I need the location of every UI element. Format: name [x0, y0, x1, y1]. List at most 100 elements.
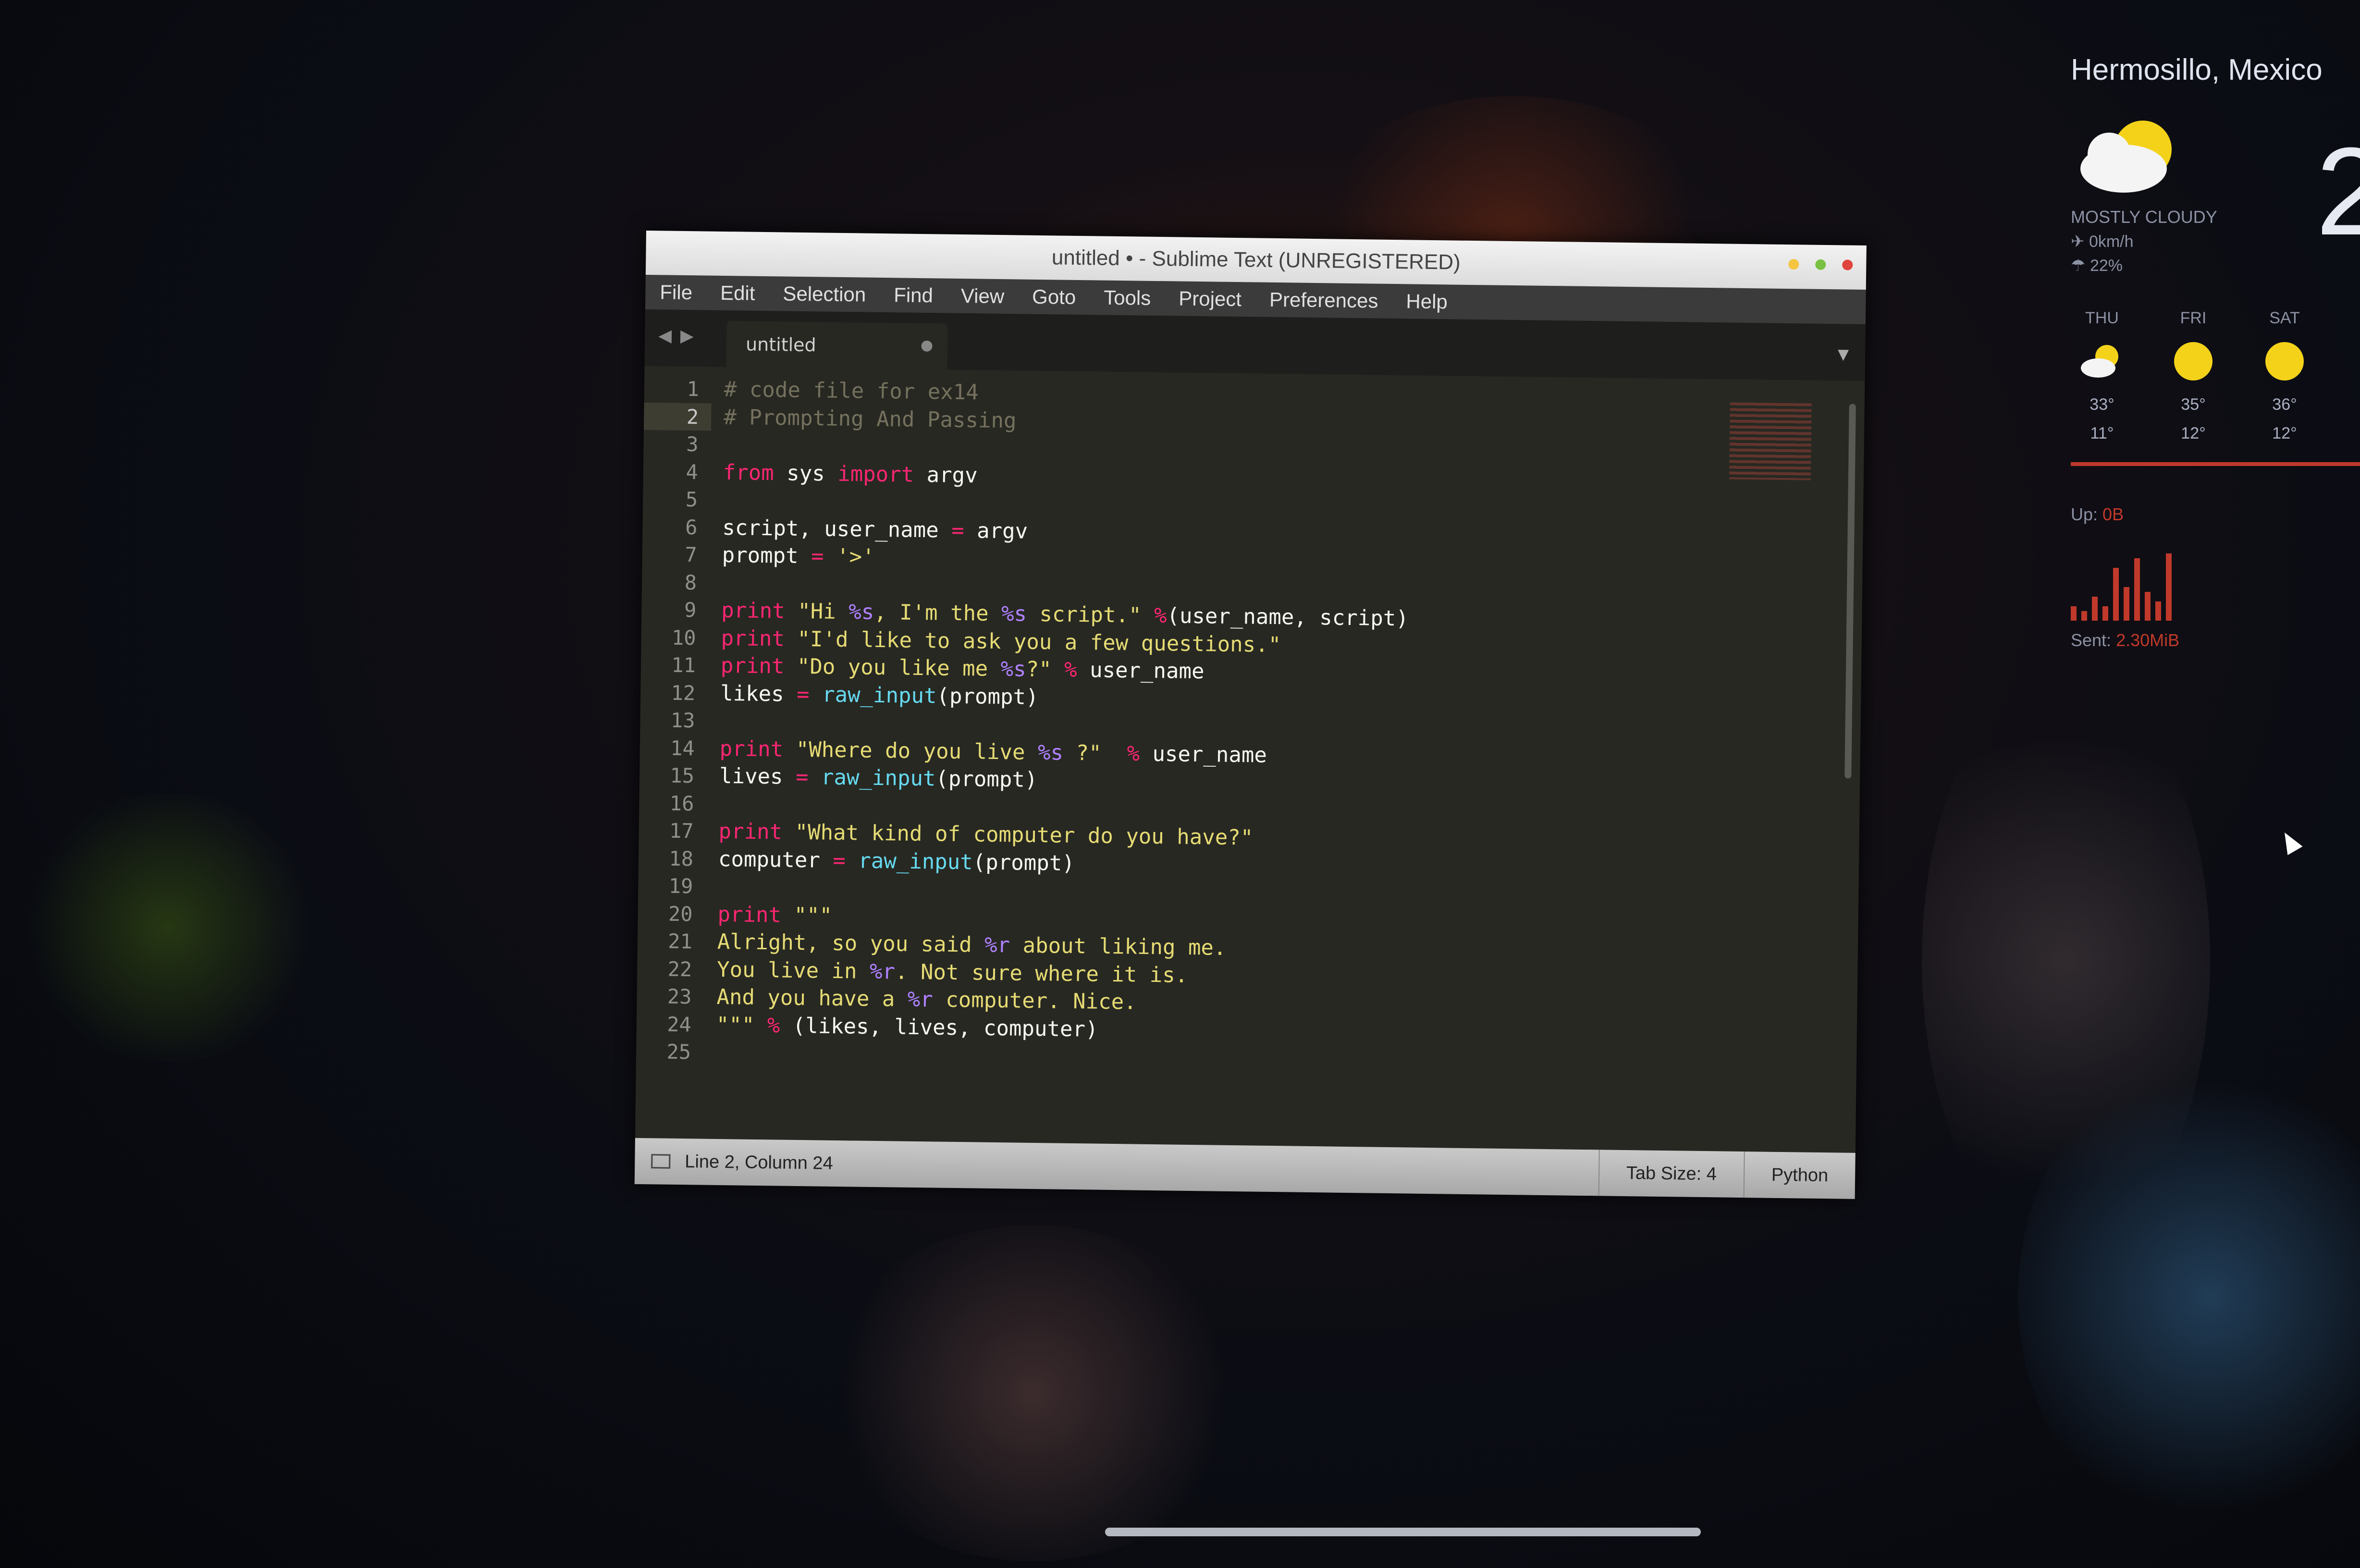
chevron-down-icon[interactable]: ▼ — [1838, 346, 1849, 363]
menu-project[interactable]: Project — [1179, 287, 1241, 311]
maximize-button[interactable] — [1815, 259, 1826, 270]
window-title: untitled • - Sublime Text (UNREGISTERED) — [1051, 245, 1461, 274]
menu-view[interactable]: View — [961, 284, 1005, 308]
line-number: 16 — [669, 791, 694, 815]
panel-toggle-icon[interactable] — [651, 1154, 671, 1169]
minimap[interactable] — [1729, 402, 1812, 480]
graph-bar — [2166, 553, 2172, 621]
tab-nav-arrows[interactable]: ◀▶ — [658, 326, 702, 346]
menu-tools[interactable]: Tools — [1104, 286, 1151, 310]
line-number: 1 — [687, 377, 700, 401]
code-token: "I'd like to ask you a few questions." — [797, 626, 1281, 657]
divider — [2071, 462, 2360, 466]
net-up: Up: 0B — [2071, 504, 2359, 525]
forecast: THU 33° 11° FRI 35° 12° SAT 36° 12° — [2071, 309, 2359, 448]
code-token: print — [718, 819, 783, 845]
line-number: 20 — [668, 902, 693, 926]
code-token: (prompt) — [972, 849, 1075, 876]
mouse-pointer-icon — [2277, 828, 2303, 856]
menu-edit[interactable]: Edit — [720, 282, 755, 305]
line-number: 25 — [666, 1040, 691, 1064]
line-number: 22 — [667, 957, 692, 981]
code-token: And you have a — [716, 984, 908, 1012]
net-sent: Sent: 2.30MiB — [2071, 630, 2359, 650]
chevron-left-icon[interactable]: ◀ — [658, 326, 680, 346]
editor-area[interactable]: 1 2 3 4 5 6 7 8 9 10 11 12 13 14 15 16 17 18 19 20 21 22 23 24 2… — [635, 366, 1865, 1153]
code-token: You live in — [716, 957, 870, 984]
menu-goto[interactable]: Goto — [1032, 285, 1076, 309]
chevron-right-icon[interactable]: ▶ — [680, 326, 702, 346]
menu-help[interactable]: Help — [1406, 290, 1448, 313]
minimize-button[interactable] — [1788, 259, 1799, 270]
graph-bar — [2134, 558, 2140, 621]
code-token: user_name — [1139, 741, 1267, 768]
code-token: """ — [794, 903, 833, 928]
code-token: raw_input — [821, 765, 936, 791]
line-number: 17 — [669, 819, 694, 843]
code-token: # code file for ex14 — [724, 377, 979, 405]
graph-bar — [2102, 606, 2108, 621]
forecast-day: SAT 36° 12° — [2253, 309, 2316, 448]
code-token: (prompt) — [935, 766, 1038, 793]
code-token: %s — [1037, 740, 1064, 765]
code-token: computer. Nice. — [933, 987, 1137, 1015]
forecast-low: 12° — [2272, 424, 2297, 442]
code-token: '>' — [836, 544, 875, 569]
tab-untitled[interactable]: untitled ● — [726, 321, 948, 370]
forecast-low: 11° — [2090, 424, 2114, 442]
code-token: raw_input — [858, 848, 973, 874]
code-token: ?" — [1063, 740, 1102, 766]
tab-size-selector[interactable]: Tab Size: 4 — [1598, 1150, 1744, 1198]
code-token: (prompt) — [936, 683, 1039, 710]
code-token: """ — [716, 1012, 755, 1038]
net-sent-value: 2.30MiB — [2116, 630, 2180, 650]
line-number: 10 — [671, 625, 696, 649]
menu-selection[interactable]: Selection — [783, 282, 866, 306]
graph-bar — [2155, 601, 2161, 621]
sun-icon — [2265, 342, 2304, 380]
weather-humidity-value: 22% — [2090, 257, 2123, 275]
current-temperature: 2 — [2316, 122, 2360, 261]
code-text[interactable]: # code file for ex14 # Prompting And Pass… — [702, 367, 1865, 1153]
line-number: 9 — [684, 598, 697, 622]
code-token: = — [951, 518, 965, 543]
graph-bar — [2081, 611, 2087, 621]
graph-bar — [2113, 568, 2119, 621]
menu-preferences[interactable]: Preferences — [1269, 288, 1378, 313]
code-token: raw_input — [822, 682, 937, 708]
line-number: 12 — [671, 681, 696, 705]
wind-icon: ✈ — [2071, 233, 2089, 251]
code-token: (user_name, script) — [1167, 603, 1409, 631]
line-number: 8 — [684, 570, 697, 594]
forecast-high: 35° — [2181, 395, 2206, 414]
unsaved-dot-icon[interactable]: ● — [921, 337, 934, 354]
syntax-selector[interactable]: Python — [1743, 1152, 1856, 1199]
menu-file[interactable]: File — [660, 281, 692, 304]
code-token: print — [721, 598, 786, 624]
code-token: user_name — [1077, 658, 1205, 684]
graph-bar — [2145, 592, 2151, 621]
forecast-day: THU 33° 11° — [2071, 309, 2133, 448]
code-token: about liking me. — [1009, 933, 1227, 960]
code-token: import — [837, 461, 914, 487]
code-token: script, user_name — [722, 515, 952, 543]
code-token: computer — [718, 846, 833, 873]
code-token: ?" — [1026, 657, 1052, 682]
code-token: argv — [964, 518, 1028, 544]
code-token: "Do you like me — [797, 654, 1001, 682]
code-token: = — [796, 682, 810, 707]
code-token: (likes, lives, computer) — [779, 1013, 1098, 1042]
code-token: , I'm the — [873, 600, 1002, 626]
code-token: "Where do you live — [796, 737, 1038, 765]
line-number: 6 — [685, 515, 698, 539]
menu-find[interactable]: Find — [894, 283, 933, 307]
code-token: = — [811, 544, 824, 569]
line-number: 13 — [670, 708, 695, 733]
code-token: % — [767, 1013, 780, 1038]
net-sent-label: Sent: — [2071, 630, 2112, 650]
close-button[interactable] — [1842, 259, 1853, 270]
cloud-sun-icon — [2071, 111, 2205, 197]
code-token: "What kind of computer do you have?" — [795, 820, 1254, 850]
code-token: print — [720, 653, 785, 679]
